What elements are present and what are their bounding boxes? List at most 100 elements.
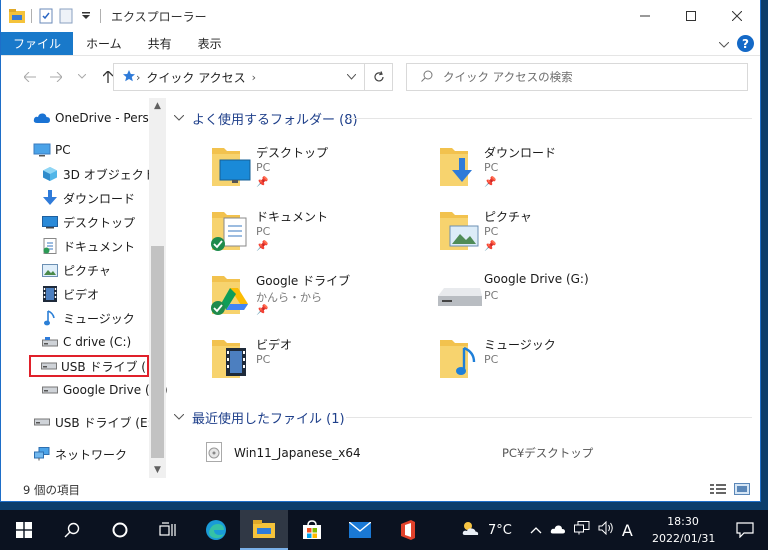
- large-icons-view-icon[interactable]: [734, 483, 750, 495]
- edge-icon[interactable]: [192, 510, 240, 550]
- forward-icon[interactable]: [43, 64, 69, 90]
- folder-name: ピクチャ: [484, 210, 532, 224]
- music-icon: [41, 310, 59, 326]
- system-tray: 7°C A: [460, 510, 633, 550]
- documents-folder-icon: [210, 206, 254, 254]
- address-dropdown-icon[interactable]: [346, 72, 357, 83]
- toolbar-separator: [100, 9, 101, 23]
- sidebar-item-usb-drive-e[interactable]: USB ドライブ (E:): [29, 355, 149, 377]
- navigation-pane: OneDrive - Personal PC 3D オブジェクト ダウンロード …: [1, 98, 168, 478]
- folder-tile-desktop[interactable]: デスクトップ PC 📌: [210, 142, 420, 198]
- sidebar-scrollbar[interactable]: ▲ ▼: [149, 98, 166, 478]
- back-icon[interactable]: [17, 64, 43, 90]
- file-explorer-icon[interactable]: [240, 510, 288, 550]
- explorer-window: エクスプローラー ファイル ホーム 共有 表示 ? › クイック アクセス › …: [0, 0, 761, 502]
- sidebar-item-onedrive[interactable]: OneDrive - Personal: [33, 107, 149, 129]
- sidebar-item-label: USB ドライブ (E:): [55, 415, 157, 430]
- sidebar-item-label: ピクチャ: [63, 263, 111, 278]
- folder-tile-downloads[interactable]: ダウンロード PC 📌: [438, 142, 648, 198]
- folder-location: PC: [484, 225, 499, 238]
- microsoft-store-icon[interactable]: [288, 510, 336, 550]
- network-tray-icon[interactable]: [573, 521, 590, 539]
- customize-toolbar-icon[interactable]: [78, 8, 94, 24]
- title-bar: エクスプローラー: [1, 0, 760, 32]
- folder-app-icon: [9, 8, 25, 24]
- breadcrumb-chevron-icon[interactable]: ›: [136, 71, 140, 84]
- videos-folder-icon: [210, 334, 254, 382]
- volume-icon[interactable]: [598, 520, 614, 539]
- recent-file-row[interactable]: Win11_Japanese_x64 PC¥デスクトップ: [206, 441, 746, 465]
- search-input[interactable]: クイック アクセスの検索: [406, 63, 748, 91]
- notification-icon[interactable]: [722, 510, 768, 550]
- window-controls: [622, 0, 760, 32]
- documents-icon: [41, 238, 59, 254]
- folder-name: ダウンロード: [484, 146, 557, 160]
- expand-ribbon-icon[interactable]: [718, 37, 730, 51]
- folder-location: PC: [256, 353, 271, 366]
- properties-icon[interactable]: [38, 8, 54, 24]
- clock[interactable]: 18:30 2022/01/31: [652, 513, 716, 547]
- weather-temperature[interactable]: 7°C: [488, 523, 512, 538]
- tab-home[interactable]: ホーム: [73, 32, 135, 55]
- group-title: 最近使用したファイル (1): [192, 412, 345, 427]
- folder-location: PC: [484, 353, 499, 366]
- task-view-icon[interactable]: [144, 510, 192, 550]
- chevron-up-icon[interactable]: [530, 523, 542, 538]
- refresh-icon[interactable]: [365, 63, 393, 91]
- start-button-icon[interactable]: [0, 510, 48, 550]
- chevron-down-icon[interactable]: [173, 113, 185, 124]
- maximize-icon[interactable]: [668, 0, 714, 32]
- folder-name: ドキュメント: [256, 210, 329, 224]
- google-drive-disk-icon: [438, 270, 482, 318]
- folder-location: かんら・から: [256, 291, 322, 304]
- mail-icon[interactable]: [336, 510, 384, 550]
- cortana-icon[interactable]: [96, 510, 144, 550]
- scrollbar-thumb[interactable]: [151, 246, 164, 458]
- scroll-up-icon[interactable]: ▲: [149, 98, 166, 114]
- weather-icon[interactable]: [460, 520, 480, 540]
- group-header-frequent-folders[interactable]: よく使用するフォルダー (8): [173, 109, 358, 128]
- tab-view[interactable]: 表示: [185, 32, 235, 55]
- pin-icon: 📌: [256, 305, 269, 316]
- sidebar-item-label: PC: [55, 143, 71, 157]
- minimize-icon[interactable]: [622, 0, 668, 32]
- folder-tile-videos[interactable]: ビデオ PC: [210, 334, 420, 390]
- onedrive-tray-icon[interactable]: [550, 523, 566, 538]
- folder-location: PC: [484, 289, 499, 302]
- desktop-icon: [41, 214, 59, 230]
- breadcrumb-chevron-icon[interactable]: ›: [252, 71, 256, 84]
- scroll-down-icon[interactable]: ▼: [149, 462, 166, 478]
- folder-tile-google-drive-g[interactable]: Google Drive (G:) PC: [438, 270, 648, 326]
- tab-file[interactable]: ファイル: [1, 32, 74, 55]
- tab-share[interactable]: 共有: [135, 32, 185, 55]
- close-icon[interactable]: [714, 0, 760, 32]
- office-icon[interactable]: [384, 510, 432, 550]
- help-icon[interactable]: ?: [737, 35, 754, 52]
- quick-access-toolbar: [1, 0, 103, 32]
- pin-icon: 📌: [484, 177, 497, 188]
- ribbon-right-controls: ?: [718, 35, 754, 52]
- address-bar[interactable]: › クイック アクセス ›: [113, 63, 365, 91]
- sidebar-item-label: ビデオ: [63, 287, 100, 302]
- ime-indicator[interactable]: A: [622, 521, 633, 540]
- quick-access-star-icon: [122, 69, 136, 86]
- folder-tile-music[interactable]: ミュージック PC: [438, 334, 648, 390]
- details-view-icon[interactable]: [710, 483, 726, 495]
- 3d-objects-icon: [41, 166, 59, 182]
- folder-tile-documents[interactable]: ドキュメント PC 📌: [210, 206, 420, 262]
- group-title: よく使用するフォルダー (8): [192, 113, 358, 128]
- search-icon[interactable]: [48, 510, 96, 550]
- pin-icon: 📌: [256, 241, 269, 252]
- group-divider: [346, 417, 752, 418]
- folder-tile-pictures[interactable]: ピクチャ PC 📌: [438, 206, 648, 262]
- clock-date: 2022/01/31: [652, 532, 716, 545]
- chevron-down-icon[interactable]: [173, 412, 185, 423]
- new-folder-icon[interactable]: [58, 8, 74, 24]
- group-header-recent-files[interactable]: 最近使用したファイル (1): [173, 408, 345, 427]
- disc-image-icon: [206, 441, 222, 465]
- folder-tile-google-drive[interactable]: Google ドライブ かんら・から 📌: [210, 270, 420, 326]
- recent-locations-icon[interactable]: [69, 64, 95, 90]
- breadcrumb[interactable]: クイック アクセス: [146, 69, 245, 86]
- network-icon: [33, 446, 51, 462]
- toolbar-separator: [31, 9, 32, 23]
